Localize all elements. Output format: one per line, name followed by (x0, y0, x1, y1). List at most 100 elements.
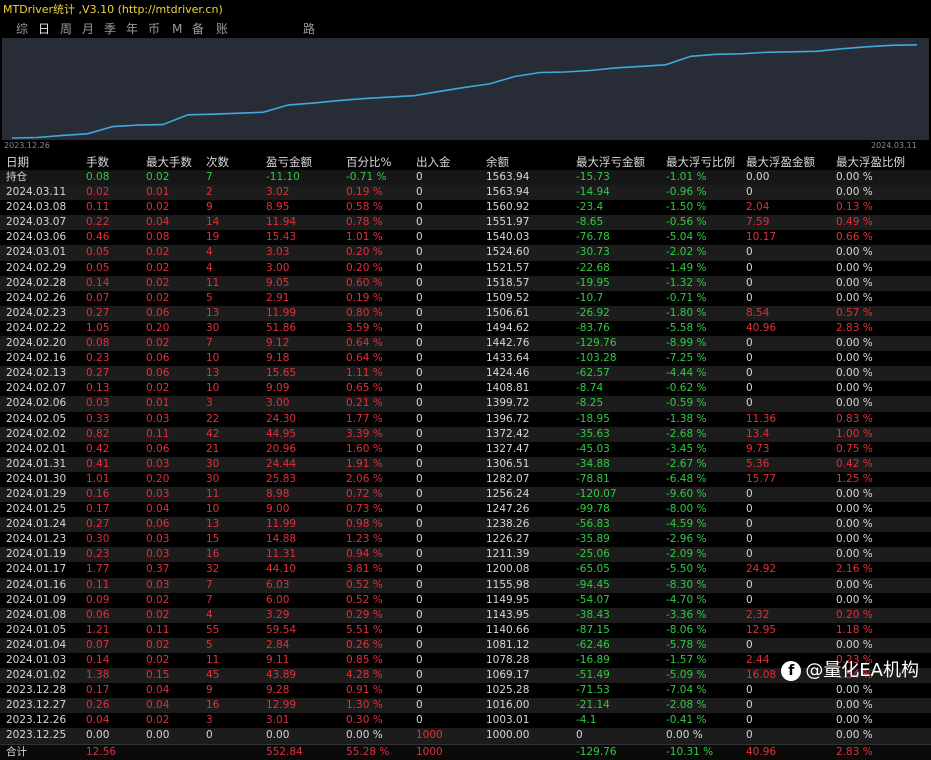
cell-col-6: 0 (416, 442, 423, 455)
cell-col-4: 11.94 (266, 216, 297, 229)
cell-col-11: 0.00 % (836, 186, 873, 199)
cell-col-1: 0.09 (86, 593, 110, 606)
cell-col-9: -2.96 % (666, 533, 707, 546)
cell-col-8: -23.4 (576, 201, 604, 214)
cell-col-4: 9.18 (266, 352, 290, 365)
cell-col-6: 0 (416, 638, 423, 651)
table-row: 2024.02.23 0.27 0.06 13 11.99 0.80 % 0 1506.61 -… (0, 305, 931, 321)
cell-col-0: 2024.02.16 (6, 352, 67, 365)
cell-col-3: 2 (206, 186, 213, 199)
table-row: 2023.12.27 0.26 0.04 16 12.99 1.30 % 0 1016.00 -… (0, 698, 931, 714)
cell-col-10: 0 (746, 487, 753, 500)
cell-col-8: -54.07 (576, 593, 610, 606)
tab-4[interactable]: 季 (104, 20, 116, 38)
cell-col-9: -2.02 % (666, 246, 707, 259)
cell-col-8: -83.76 (576, 321, 610, 334)
cell-col-0: 2024.01.24 (6, 518, 67, 531)
cell-col-1: 0.07 (86, 638, 110, 651)
table-row: 2024.03.08 0.11 0.02 9 8.95 0.58 % 0 1560.92 -23… (0, 200, 931, 215)
cell-col-5: 0.19 % (346, 291, 383, 304)
cell-col-5: 1.77 % (346, 412, 383, 425)
cell-col-7: 1143.95 (486, 608, 530, 621)
cell-col-6: 0 (416, 397, 423, 410)
cell-col-0: 2024.01.30 (6, 472, 67, 485)
cell-col-6: 0 (416, 684, 423, 697)
table-row: 2024.01.23 0.30 0.03 15 14.88 1.23 % 0 1226.27 -… (0, 532, 931, 547)
cell-col-10: 12.95 (746, 623, 777, 636)
tab-0[interactable]: 综 (16, 20, 28, 38)
cell-col-7: 1551.97 (486, 216, 530, 229)
cell-col-1: 1.38 (86, 669, 110, 682)
cell-col-5: 0.58 % (346, 201, 383, 214)
cell-col-6: 1000 (416, 745, 443, 758)
cell-col-1: 0.11 (86, 578, 110, 591)
cell-col-8: -71.53 (576, 684, 610, 697)
cell-col-1: 0.23 (86, 548, 110, 561)
cell-col-8: -8.25 (576, 397, 604, 410)
cell-col-6: 0 (416, 306, 423, 319)
cell-col-1: 0.42 (86, 442, 110, 455)
tab-3[interactable]: 月 (82, 20, 94, 38)
cell-col-5: 0.91 % (346, 684, 383, 697)
table-row: 2024.01.08 0.06 0.02 4 3.29 0.29 % 0 1143.95 -38… (0, 607, 931, 623)
table-row: 2023.12.28 0.17 0.04 9 9.28 0.91 % 0 1025.28 -71… (0, 683, 931, 698)
cell-col-9: -0.62 % (666, 382, 707, 395)
cell-col-6: 0 (416, 276, 423, 289)
tab-7[interactable]: M (172, 20, 182, 38)
cell-col-10: 40.96 (746, 745, 777, 758)
cell-col-9: -4.70 % (666, 593, 707, 606)
cell-col-4: 15.65 (266, 367, 297, 380)
cell-col-3: 4 (206, 246, 213, 259)
tab-5[interactable]: 年 (126, 20, 138, 38)
cell-col-11: 0.00 % (836, 729, 873, 742)
cell-col-2: 0.00 (146, 729, 170, 742)
cell-col-7: 1506.61 (486, 306, 530, 319)
cell-col-3: 4 (206, 261, 213, 274)
tab-2[interactable]: 周 (60, 20, 72, 38)
cell-col-0: 2024.01.31 (6, 457, 67, 470)
cell-col-3: 13 (206, 518, 220, 531)
cell-col-3: 16 (206, 548, 220, 561)
cell-col-2: 0.04 (146, 216, 170, 229)
cell-col-1: 0.14 (86, 654, 110, 666)
cell-col-11: 0.00 % (836, 487, 873, 500)
cell-col-1: 0.16 (86, 487, 110, 500)
cell-col-0: 2024.01.29 (6, 487, 67, 500)
cell-col-2: 0.02 (146, 638, 170, 651)
cell-col-11: 0.13 % (836, 201, 873, 214)
table-row: 2024.02.26 0.07 0.02 5 2.91 0.19 % 0 1509.52 -10… (0, 291, 931, 306)
cell-col-2: 0.01 (146, 397, 170, 410)
table-header: 日期 手数 最大手数 次数 盈亏金额 百分比% 出入金 余额 最大浮亏金额 最大浮亏比例 最大浮盈金… (0, 154, 931, 170)
cell-col-9: -1.32 % (666, 276, 707, 289)
cell-col-3: 7 (206, 171, 213, 183)
cell-col-9: -0.96 % (666, 186, 707, 199)
cell-col-3: 13 (206, 306, 220, 319)
cell-col-3: 42 (206, 427, 220, 440)
cell-col-11: 0.49 % (836, 216, 873, 229)
cell-col-0: 持仓 (6, 171, 27, 183)
cell-col-3: 15 (206, 533, 220, 546)
cell-col-11: 0.75 % (836, 442, 873, 455)
tab-6[interactable]: 币 (148, 20, 160, 38)
cell-col-10: 24.92 (746, 563, 777, 576)
cell-col-7: 1424.46 (486, 367, 530, 380)
cell-col-5: 0.52 % (346, 593, 383, 606)
cell-col-7: 1563.94 (486, 171, 530, 183)
cell-col-2: 0.04 (146, 699, 170, 712)
tab-1[interactable]: 日 (38, 20, 50, 38)
cell-col-9: -1.80 % (666, 306, 707, 319)
cell-col-8: -22.68 (576, 261, 610, 274)
cell-col-3: 11 (206, 654, 220, 666)
cell-col-5: 1.11 % (346, 367, 383, 380)
cell-col-7: 1521.57 (486, 261, 530, 274)
cell-col-4: 14.88 (266, 533, 297, 546)
cell-col-10: 15.77 (746, 472, 777, 485)
cell-col-7: 1524.60 (486, 246, 530, 259)
cell-col-9: -7.04 % (666, 684, 707, 697)
table-row: 2024.01.16 0.11 0.03 7 6.03 0.52 % 0 1155.98 -94… (0, 577, 931, 593)
cell-col-8: -129.76 (576, 337, 617, 350)
cell-col-2: 0.11 (146, 427, 170, 440)
tab-8[interactable]: 备 (192, 20, 204, 38)
cell-col-10: 0 (746, 352, 753, 365)
cell-col-4: 9.28 (266, 684, 290, 697)
